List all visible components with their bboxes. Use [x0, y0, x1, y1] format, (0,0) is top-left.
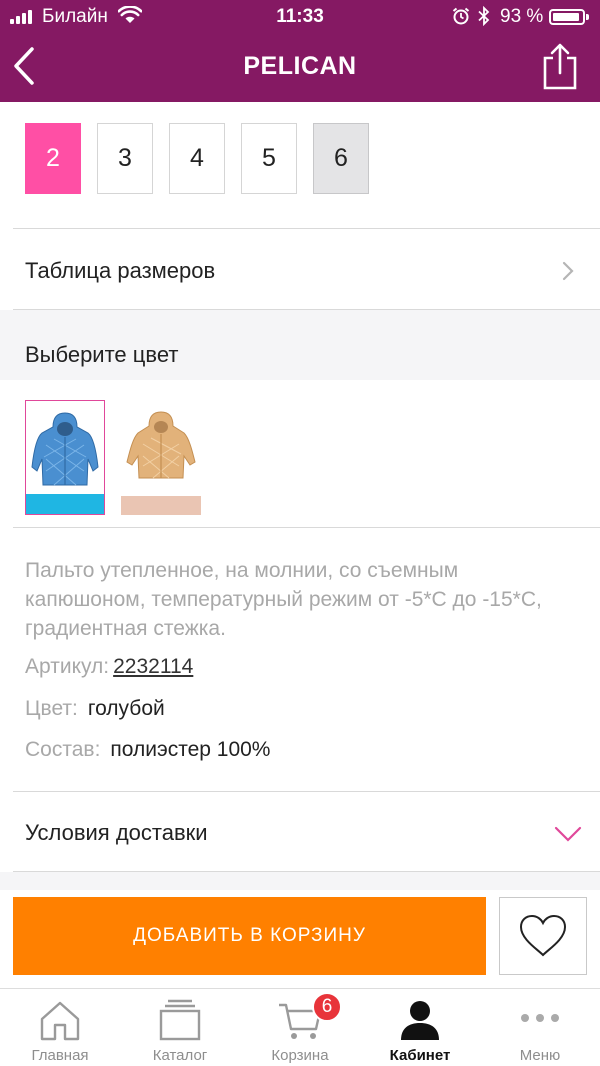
favorite-button[interactable] [499, 897, 587, 975]
page-title: PELICAN [243, 52, 357, 80]
profile-icon [401, 1001, 439, 1040]
delivery-label: Условия доставки [25, 820, 208, 845]
home-icon [40, 1001, 80, 1041]
section-gap [0, 872, 600, 890]
article-link[interactable]: 2232114 [113, 655, 193, 678]
composition-value: полиэстер 100% [110, 738, 271, 761]
chevron-right-icon [562, 261, 574, 281]
product-description: Пальто утепленное, на молнии, со съемным… [25, 559, 542, 640]
color-swatch-beige[interactable] [121, 400, 201, 515]
tab-home[interactable]: Главная [0, 989, 120, 1066]
size-option-4[interactable]: 4 [169, 123, 225, 194]
color-row: Цвет: голубой [25, 697, 165, 721]
tab-cart-label: Корзина [271, 1047, 329, 1064]
composition-label: Состав: [25, 738, 101, 761]
article-row: Артикул: 2232114 [25, 655, 193, 679]
tab-catalog[interactable]: Каталог [120, 989, 240, 1066]
bluetooth-icon [478, 6, 490, 26]
alarm-icon [452, 7, 470, 25]
color-label: Цвет: [25, 697, 78, 720]
tab-catalog-label: Каталог [152, 1047, 208, 1064]
share-icon[interactable] [540, 42, 580, 90]
tab-bar: Главная Каталог 6 Корзина Кабинет Меню [0, 988, 600, 1066]
battery-percent: 93 % [500, 6, 544, 27]
size-option-2[interactable]: 2 [25, 123, 81, 194]
top-bar: Билайн 11:33 93 % PELICAN [0, 0, 600, 102]
color-swatch-blue[interactable] [25, 400, 105, 515]
tab-cabinet[interactable]: Кабинет [360, 989, 480, 1066]
tab-menu[interactable]: Меню [480, 989, 600, 1066]
add-to-cart-button[interactable]: ДОБАВИТЬ В КОРЗИНУ [13, 897, 486, 975]
size-table-label: Таблица размеров [25, 258, 216, 283]
composition-row: Состав: полиэстер 100% [25, 738, 270, 762]
divider [13, 791, 600, 792]
catalog-icon [159, 999, 201, 1041]
tab-menu-label: Меню [519, 1047, 561, 1064]
heart-icon [519, 914, 567, 957]
beige-jacket-image [121, 400, 201, 515]
chevron-down-icon [554, 826, 582, 842]
tab-cabinet-label: Кабинет [389, 1047, 451, 1064]
battery-icon [549, 9, 589, 25]
color-value: голубой [87, 697, 165, 720]
size-option-3[interactable]: 3 [97, 123, 153, 194]
size-option-5[interactable]: 5 [241, 123, 297, 194]
size-option-6[interactable]: 6 [313, 123, 369, 194]
menu-dots-icon [521, 1014, 559, 1022]
status-bar: Билайн 11:33 93 % [0, 0, 600, 34]
cart-count-badge: 6 [312, 992, 342, 1022]
article-label: Артикул: [25, 655, 110, 678]
tab-home-label: Главная [31, 1047, 89, 1064]
divider [13, 527, 600, 528]
color-section-title: Выберите цвет [25, 342, 179, 367]
blue-jacket-image [26, 401, 104, 514]
tab-cart[interactable]: 6 Корзина [240, 989, 360, 1066]
divider [13, 228, 600, 229]
